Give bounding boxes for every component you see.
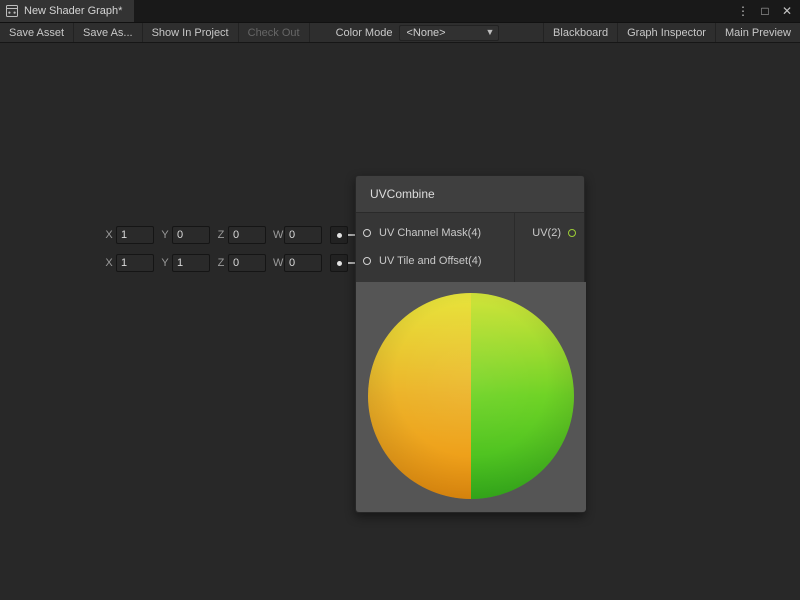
port-dot-icon: [337, 233, 342, 238]
output-port-label: UV(2): [532, 227, 561, 239]
blackboard-toggle-button[interactable]: Blackboard: [543, 23, 617, 42]
port-dot-icon: [337, 261, 342, 266]
color-mode-value: <None>: [406, 27, 445, 39]
main-preview-toggle-button[interactable]: Main Preview: [715, 23, 800, 42]
tab-new-shader-graph[interactable]: New Shader Graph*: [0, 0, 134, 22]
save-as-button[interactable]: Save As...: [74, 23, 143, 42]
output-port-row: UV(2): [532, 219, 584, 247]
vector-field-z: Z: [217, 226, 266, 244]
vector-field-w: W: [273, 254, 322, 272]
save-asset-button[interactable]: Save Asset: [0, 23, 74, 42]
input-port-row: UV Tile and Offset(4): [356, 247, 514, 275]
chevron-down-icon: ▼: [486, 27, 495, 37]
vector-field-x: X: [105, 226, 154, 244]
vector-field-y: Y: [161, 254, 210, 272]
node-inputs: UV Channel Mask(4) UV Tile and Offset(4): [356, 213, 514, 282]
vector-z-input[interactable]: [228, 254, 266, 272]
graph-canvas[interactable]: X Y Z W X Y Z: [0, 43, 800, 599]
graph-inspector-toggle-button[interactable]: Graph Inspector: [617, 23, 715, 42]
vector4-field-row-2: X Y Z W: [105, 254, 348, 272]
node-title: UVCombine: [370, 187, 435, 201]
vector-label-w: W: [273, 257, 281, 269]
color-mode-dropdown[interactable]: <None> ▼: [399, 25, 499, 41]
port-connector[interactable]: [330, 226, 348, 244]
vector-label-y: Y: [161, 257, 169, 269]
tab-bar: New Shader Graph* ⋮ □ ✕: [0, 0, 800, 22]
vector-z-input[interactable]: [228, 226, 266, 244]
vector-label-z: Z: [217, 257, 225, 269]
vector4-field-row-1: X Y Z W: [105, 226, 348, 244]
toolbar-spacer: [499, 23, 543, 42]
shader-graph-toolbar: Save Asset Save As... Show In Project Ch…: [0, 22, 800, 43]
vector-x-input[interactable]: [116, 254, 154, 272]
kebab-menu-icon[interactable]: ⋮: [734, 0, 752, 22]
preview-sphere: [368, 293, 574, 499]
vector-field-x: X: [105, 254, 154, 272]
input-port-label: UV Tile and Offset(4): [379, 255, 482, 267]
vector-x-input[interactable]: [116, 226, 154, 244]
vector-label-y: Y: [161, 229, 169, 241]
check-out-button: Check Out: [239, 23, 310, 42]
vector-field-z: Z: [217, 254, 266, 272]
vector-label-z: Z: [217, 229, 225, 241]
input-port-uv-tile-offset[interactable]: [363, 257, 371, 265]
window-controls: ⋮ □ ✕: [734, 0, 800, 22]
tab-title: New Shader Graph*: [24, 5, 122, 17]
output-port-uv[interactable]: [568, 229, 576, 237]
color-mode-group: Color Mode <None> ▼: [336, 23, 500, 42]
color-mode-label: Color Mode: [336, 27, 393, 39]
vector-w-input[interactable]: [284, 226, 322, 244]
node-uvcombine[interactable]: UVCombine UV Channel Mask(4) UV Tile and…: [355, 175, 585, 513]
maximize-icon[interactable]: □: [756, 0, 774, 22]
node-header[interactable]: UVCombine: [356, 176, 584, 213]
input-port-row: UV Channel Mask(4): [356, 219, 514, 247]
close-icon[interactable]: ✕: [778, 0, 796, 22]
vector-label-x: X: [105, 257, 113, 269]
input-port-label: UV Channel Mask(4): [379, 227, 481, 239]
vector-field-w: W: [273, 226, 322, 244]
node-preview-area: [356, 282, 586, 512]
node-body: UV Channel Mask(4) UV Tile and Offset(4)…: [356, 213, 584, 282]
vector-label-x: X: [105, 229, 113, 241]
shader-graph-icon: [6, 5, 18, 17]
node-outputs: UV(2): [514, 213, 584, 282]
vector-w-input[interactable]: [284, 254, 322, 272]
vector-y-input[interactable]: [172, 226, 210, 244]
vector-y-input[interactable]: [172, 254, 210, 272]
input-port-uv-channel-mask[interactable]: [363, 229, 371, 237]
vector-label-w: W: [273, 229, 281, 241]
vector-field-y: Y: [161, 226, 210, 244]
port-connector[interactable]: [330, 254, 348, 272]
sphere-shading: [368, 293, 574, 499]
show-in-project-button[interactable]: Show In Project: [143, 23, 239, 42]
